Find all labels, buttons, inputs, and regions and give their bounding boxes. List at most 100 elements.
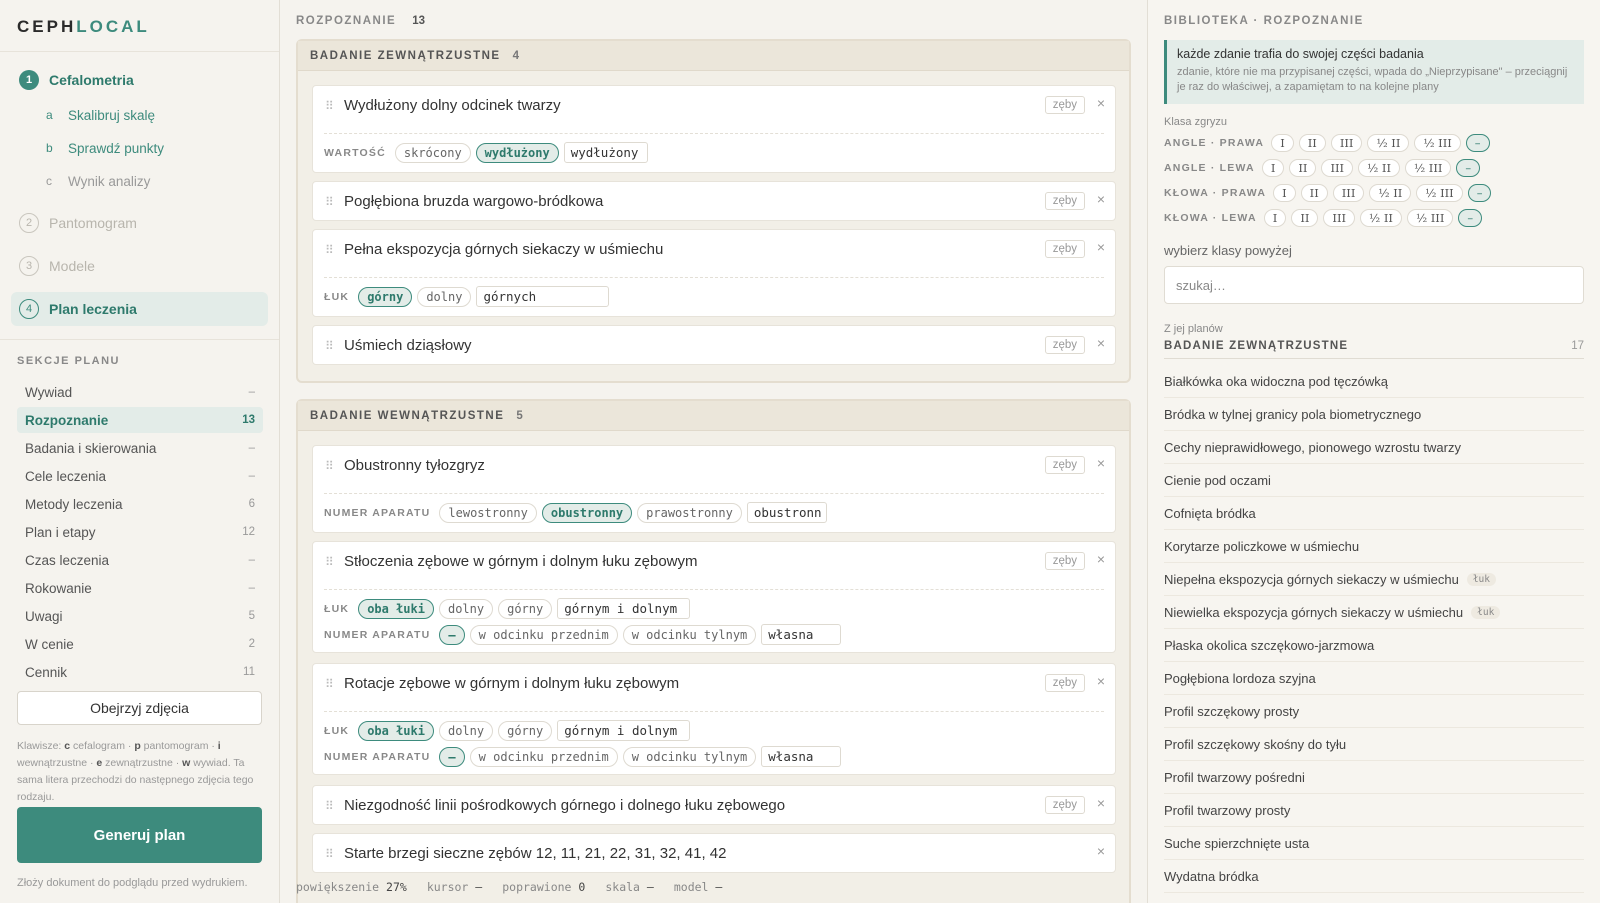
class-chip[interactable]: I — [1261, 159, 1285, 177]
class-chip[interactable]: II — [1298, 134, 1326, 152]
option-chip[interactable]: w odcinku przednim — [469, 746, 618, 767]
step-modele[interactable]: 3 Modele — [11, 249, 268, 283]
value-field[interactable]: własna — [761, 624, 842, 645]
library-item[interactable]: Wydatna bródka — [1164, 860, 1584, 893]
library-item[interactable]: Profil twarzowy pośredni — [1164, 761, 1584, 794]
drag-handle-icon[interactable]: ⠿ — [325, 99, 334, 113]
option-chip-selected[interactable]: – — [439, 746, 465, 767]
plan-item-metody[interactable]: Metody leczenia 6 — [17, 491, 263, 517]
class-chip[interactable]: ½ II — [1358, 159, 1400, 177]
class-chip[interactable]: II — [1300, 184, 1328, 202]
class-chip[interactable]: III — [1321, 159, 1354, 177]
step-cefalometria[interactable]: 1 Cefalometria — [11, 63, 268, 97]
drag-handle-icon[interactable]: ⠿ — [325, 243, 334, 257]
teeth-tag-button[interactable]: zęby — [1044, 796, 1085, 814]
library-item[interactable]: Korytarze policzkowe w uśmiechu — [1164, 530, 1584, 563]
diagnosis-card[interactable]: ⠿ Niezgodność linii pośrodkowych górnego… — [312, 785, 1116, 825]
diagnosis-card[interactable]: ⠿ Obustronny tyłozgryz zęby × NUMER APAR… — [312, 445, 1116, 533]
library-item[interactable]: Profil twarzowy prosty — [1164, 794, 1584, 827]
value-field[interactable]: górnych — [476, 286, 610, 307]
class-chip[interactable]: I — [1271, 134, 1294, 152]
plan-item-czas[interactable]: Czas leczenia – — [17, 547, 263, 573]
library-item[interactable]: Cofnięta bródka — [1164, 497, 1584, 530]
close-icon[interactable]: × — [1097, 239, 1105, 255]
library-item[interactable]: Niepełna ekspozycja górnych siekaczy w u… — [1164, 563, 1584, 596]
drag-handle-icon[interactable]: ⠿ — [325, 847, 334, 861]
substep-result[interactable]: c Wynik analizy — [46, 171, 150, 191]
drag-handle-icon[interactable]: ⠿ — [325, 195, 334, 209]
close-icon[interactable]: × — [1097, 551, 1105, 567]
drag-handle-icon[interactable]: ⠿ — [325, 677, 334, 691]
close-icon[interactable]: × — [1097, 95, 1105, 111]
plan-item-wywiad[interactable]: Wywiad – — [17, 379, 263, 405]
option-chip[interactable]: skrócony — [394, 142, 471, 163]
library-item[interactable]: Suche spierzchnięte usta — [1164, 827, 1584, 860]
option-chip[interactable]: w odcinku tylnym — [622, 624, 757, 645]
option-chip[interactable]: dolny — [417, 286, 472, 307]
close-icon[interactable]: × — [1097, 191, 1105, 207]
class-chip-selected[interactable]: – — [1458, 209, 1483, 227]
teeth-tag-button[interactable]: zęby — [1044, 456, 1085, 474]
class-chip[interactable]: III — [1323, 209, 1356, 227]
plan-item-rokowanie[interactable]: Rokowanie – — [17, 575, 263, 601]
library-item[interactable]: Profil szczękowy prosty — [1164, 695, 1584, 728]
close-icon[interactable]: × — [1097, 795, 1105, 811]
substep-check-points[interactable]: b Sprawdź punkty — [46, 138, 164, 158]
class-chip-selected[interactable]: – — [1456, 159, 1481, 177]
option-chip-selected[interactable]: oba łuki — [358, 598, 434, 619]
library-item[interactable]: Cienie pod oczami — [1164, 464, 1584, 497]
class-chip-selected[interactable]: – — [1465, 134, 1490, 152]
option-chip[interactable]: w odcinku tylnym — [622, 746, 757, 767]
value-field[interactable]: obustronn — [746, 502, 827, 523]
teeth-tag-button[interactable]: zęby — [1044, 240, 1085, 258]
teeth-tag-button[interactable]: zęby — [1044, 552, 1085, 570]
library-item[interactable]: Płaska okolica szczękowo-jarzmowa — [1164, 629, 1584, 662]
class-chip[interactable]: III — [1332, 184, 1365, 202]
class-chip[interactable]: II — [1291, 209, 1319, 227]
option-chip[interactable]: dolny — [438, 720, 494, 741]
close-icon[interactable]: × — [1097, 843, 1105, 859]
option-chip-selected[interactable]: – — [439, 624, 465, 645]
class-chip[interactable]: ½ III — [1416, 184, 1463, 202]
value-field[interactable]: własna — [761, 746, 842, 767]
option-chip[interactable]: dolny — [438, 598, 494, 619]
view-photos-button[interactable]: Obejrzyj zdjęcia — [17, 691, 262, 725]
drag-handle-icon[interactable]: ⠿ — [325, 555, 334, 569]
diagnosis-card[interactable]: ⠿ Stłoczenia zębowe w górnym i dolnym łu… — [312, 541, 1116, 653]
teeth-tag-button[interactable]: zęby — [1044, 336, 1085, 354]
close-icon[interactable]: × — [1097, 673, 1105, 689]
step-pantomogram[interactable]: 2 Pantomogram — [11, 206, 268, 240]
option-chip-selected[interactable]: obustronny — [541, 502, 633, 523]
close-icon[interactable]: × — [1097, 455, 1105, 471]
value-field[interactable]: górnym i dolnym — [557, 598, 691, 619]
option-chip-selected[interactable]: wydłużony — [475, 142, 559, 163]
value-field[interactable]: wydłużony — [563, 142, 648, 163]
library-item[interactable]: Pogłębiona lordoza szyjna — [1164, 662, 1584, 695]
library-item[interactable]: Niewielka ekspozycja górnych siekaczy w … — [1164, 596, 1584, 629]
class-chip[interactable]: ½ II — [1369, 184, 1412, 202]
class-chip[interactable]: II — [1289, 159, 1317, 177]
library-item[interactable]: Cechy nieprawidłowego, pionowego wzrostu… — [1164, 431, 1584, 464]
class-chip[interactable]: ½ III — [1406, 209, 1454, 227]
teeth-tag-button[interactable]: zęby — [1044, 674, 1085, 692]
library-item[interactable]: Białkówka oka widoczna pod tęczówką — [1164, 365, 1584, 398]
class-chip[interactable]: I — [1263, 209, 1287, 227]
value-field[interactable]: górnym i dolnym — [557, 720, 691, 741]
diagnosis-card[interactable]: ⠿ Starte brzegi sieczne zębów 12, 11, 21… — [312, 833, 1116, 873]
class-chip[interactable]: III — [1330, 134, 1363, 152]
option-chip-selected[interactable]: oba łuki — [358, 720, 434, 741]
class-chip[interactable]: ½ III — [1414, 134, 1461, 152]
diagnosis-card[interactable]: ⠿ Pogłębiona bruzda wargowo-bródkowa zęb… — [312, 181, 1116, 221]
option-chip[interactable]: górny — [498, 598, 553, 619]
teeth-tag-button[interactable]: zęby — [1044, 96, 1085, 114]
diagnosis-card[interactable]: ⠿ Wydłużony dolny odcinek twarzy zęby × … — [312, 85, 1116, 173]
search-input[interactable]: szukaj… — [1164, 266, 1584, 304]
drag-handle-icon[interactable]: ⠿ — [325, 799, 334, 813]
drag-handle-icon[interactable]: ⠿ — [325, 459, 334, 473]
library-item[interactable]: Bródka w tylnej granicy pola biometryczn… — [1164, 398, 1584, 431]
diagnosis-card[interactable]: ⠿ Rotacje zębowe w górnym i dolnym łuku … — [312, 663, 1116, 775]
option-chip[interactable]: górny — [498, 720, 553, 741]
generate-plan-button[interactable]: Generuj plan — [17, 807, 262, 863]
class-chip[interactable]: ½ II — [1360, 209, 1402, 227]
class-chip[interactable]: I — [1273, 184, 1296, 202]
